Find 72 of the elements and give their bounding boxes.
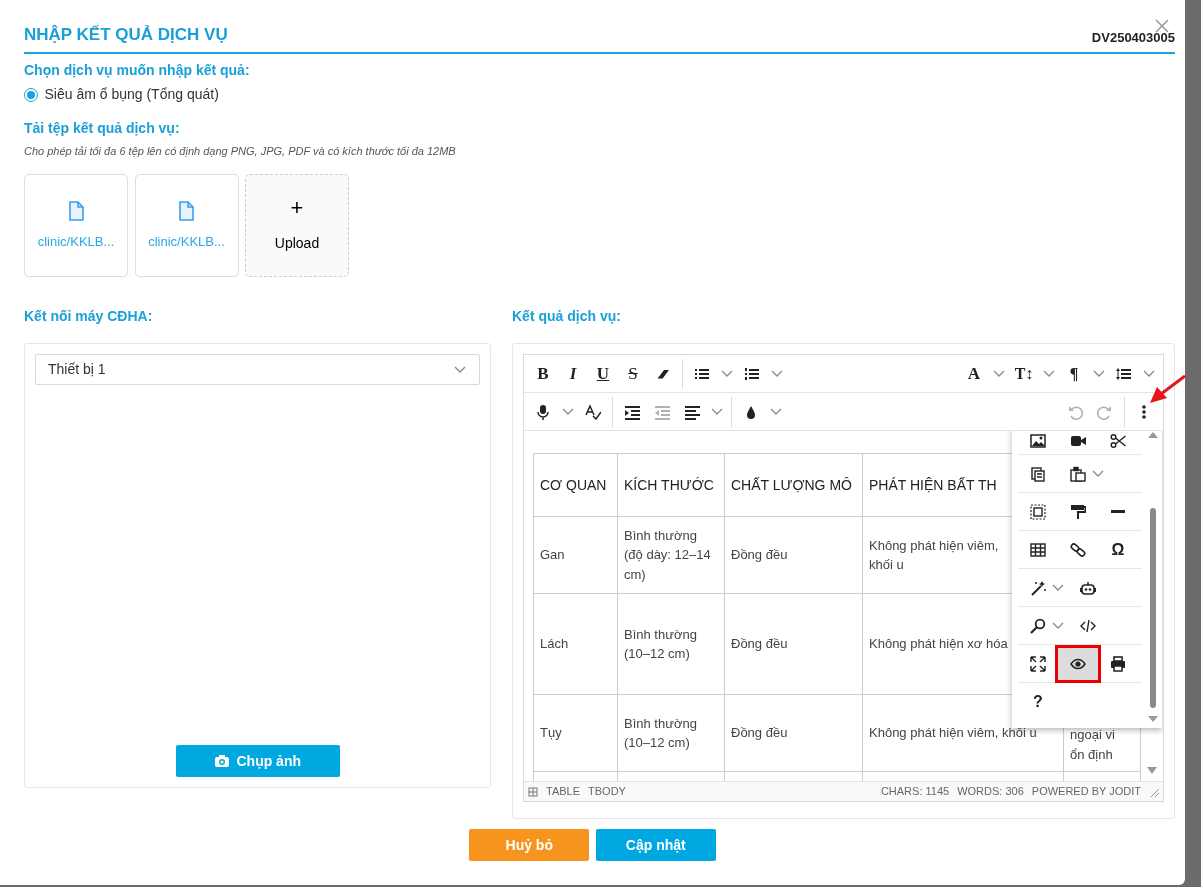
font-size-button[interactable]: T↕ — [1009, 358, 1039, 389]
breadcrumb-link[interactable]: TBODY — [588, 783, 626, 800]
table-header-cell: CHẤT LƯỢNG MÔ — [724, 453, 863, 517]
section-label: Kết quả dịch vụ: — [512, 307, 622, 326]
table-header-cell: CƠ QUAN — [533, 453, 618, 517]
file-icon — [67, 199, 85, 222]
table-cell: Tụy — [533, 694, 618, 772]
eye-button[interactable] — [1058, 647, 1098, 680]
symbol-button[interactable]: Ω — [1098, 533, 1138, 566]
table-cell: Gan — [533, 516, 618, 594]
printer-icon — [1110, 655, 1126, 672]
radio-label: Siêu âm ổ bụng (Tổng quát) — [44, 85, 219, 105]
table-icon — [528, 786, 538, 797]
paragraph-button[interactable]: ¶ — [1059, 358, 1089, 389]
indent-icon — [624, 403, 640, 420]
microphone-icon — [535, 403, 551, 420]
magic-wand-icon — [1030, 579, 1046, 596]
annotation-arrow — [1147, 374, 1187, 406]
close-icon — [1154, 17, 1170, 34]
strikethrough-button[interactable]: S — [618, 358, 648, 389]
scroll-up-icon — [1147, 767, 1157, 775]
word-count: WORDS: 306 — [957, 784, 1024, 800]
table-cell: Đồng đều — [724, 516, 863, 594]
select-value: Thiết bị 1 — [48, 360, 106, 379]
fullscreen-icon — [1030, 655, 1046, 672]
table-cell: Lách — [533, 593, 618, 695]
align-left-icon — [684, 403, 700, 420]
table-cell: Bình thường (độ dày: 12–14 cm) — [617, 516, 725, 594]
robot-icon — [1080, 579, 1096, 596]
file-icon — [178, 199, 195, 222]
italic-button[interactable]: I — [558, 358, 588, 389]
char-count: CHARS: 1145 — [880, 784, 950, 800]
bold-button[interactable]: B — [528, 358, 558, 389]
section-label: Tải tệp kết quả dịch vụ: — [24, 119, 181, 139]
breadcrumb-link[interactable]: TABLE — [546, 783, 581, 800]
section-label: Chọn dịch vụ muốn nhập kết quả: — [24, 61, 251, 80]
device-select[interactable]: Thiết bị 1 — [35, 354, 480, 385]
file-name: clinic/KKLB... — [37, 232, 115, 251]
upload-label: Upload — [274, 234, 320, 253]
camera-icon — [213, 754, 230, 768]
select-all-icon — [1030, 503, 1046, 520]
underline-button[interactable]: U — [588, 358, 618, 389]
service-code: DV250403005 — [1091, 29, 1175, 47]
paint-roller-icon — [1070, 503, 1086, 520]
section-label: Kết nối máy CĐHA: — [24, 307, 154, 326]
scissors-icon — [1110, 433, 1126, 449]
table-cell: Đồng đều — [724, 593, 863, 695]
dialog-title: NHẬP KẾT QUẢ DỊCH VỤ — [24, 24, 228, 46]
table-cell: Đồng đều — [724, 694, 863, 772]
plus-icon: + — [290, 197, 304, 219]
upload-hint: Cho phép tải tối đa 6 tệp lên có định dạng PNG, JPG, PDF và có kích thước tối đa 12MB — [24, 143, 457, 159]
powered-by-link[interactable]: POWERED BY JODIT — [1031, 783, 1141, 800]
redo-icon — [1097, 403, 1113, 420]
code-icon — [1080, 617, 1096, 634]
file-name: clinic/KKLB... — [148, 232, 225, 251]
outdent-icon — [654, 403, 670, 420]
table-cell: Bình thường (10–12 cm) — [617, 593, 725, 695]
font-button[interactable]: A — [959, 358, 989, 389]
table-cell: Bình thường (10–12 cm) — [617, 694, 725, 772]
numbered-list-icon — [744, 365, 760, 382]
table-header-cell: KÍCH THƯỚC — [617, 453, 725, 517]
link-icon — [1070, 541, 1086, 558]
undo-icon — [1067, 403, 1083, 420]
video-camera-icon — [1070, 433, 1086, 449]
copy-icon — [1030, 465, 1046, 482]
spellcheck-icon — [585, 403, 601, 420]
upload-button[interactable]: + Upload — [245, 174, 349, 277]
paste-icon — [1070, 465, 1086, 482]
image-icon — [1030, 433, 1046, 449]
resize-handle-icon — [1149, 786, 1159, 797]
table-icon — [1030, 541, 1046, 558]
search-icon — [1030, 617, 1046, 634]
